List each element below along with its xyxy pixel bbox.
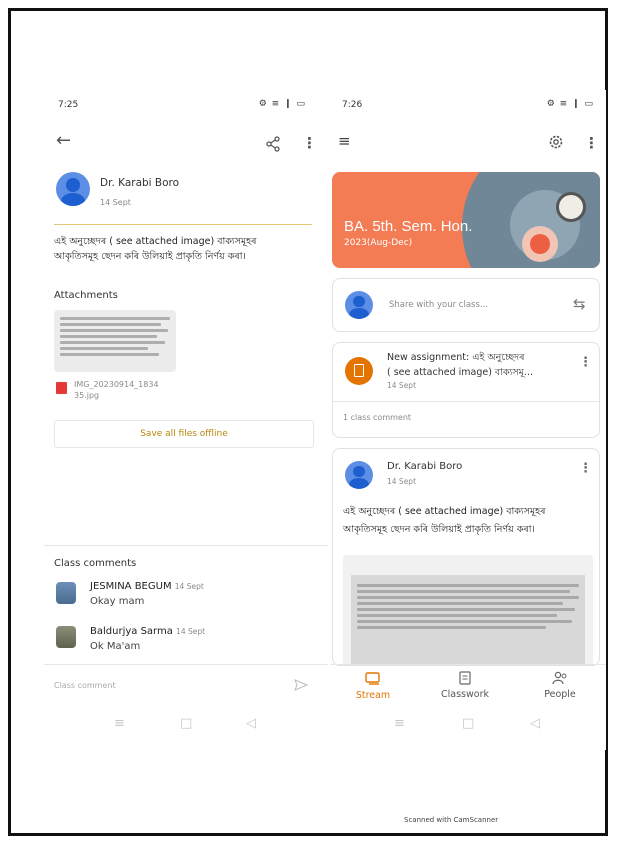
attachment-preview[interactable]: [343, 555, 593, 665]
image-file-icon: [56, 382, 67, 394]
divider: [44, 664, 328, 665]
class-subtitle: 2023(Aug-Dec): [344, 238, 413, 248]
tab-stream[interactable]: Stream: [348, 670, 398, 701]
coffee-cup-icon: [556, 192, 586, 222]
divider: [54, 224, 312, 225]
file-name-line2[interactable]: 35.jpg: [74, 391, 99, 400]
send-icon[interactable]: [294, 679, 308, 691]
scanner-watermark: Scanned with CamScanner: [404, 816, 499, 824]
assignment-card[interactable]: New assignment: এই অনুচ্ছেদৰ ( see attac…: [332, 342, 600, 438]
comment-author: Baldurjya Sarma 14 Sept: [90, 626, 206, 637]
back-nav-icon[interactable]: ◁: [246, 716, 256, 731]
divider: [44, 545, 328, 546]
tab-label: Stream: [355, 690, 391, 701]
avatar: [56, 172, 90, 206]
announcement-card[interactable]: Dr. Karabi Boro 14 Sept ⋮ এই অনুচ্ছেদৰ (…: [332, 448, 600, 666]
post-author: Dr. Karabi Boro: [387, 461, 463, 472]
comment-input[interactable]: Class comment: [54, 681, 116, 690]
share-card[interactable]: Share with your class... ⇆: [332, 278, 600, 332]
tab-classwork[interactable]: Classwork: [430, 670, 500, 700]
tab-label: People: [544, 689, 576, 700]
more-options-icon[interactable]: ⋮: [584, 134, 599, 152]
comment-text: Ok Ma'am: [90, 641, 141, 652]
assignment-icon: [345, 357, 373, 385]
class-title: BA. 5th. Sem. Hon.: [344, 218, 473, 235]
author-name: Dr. Karabi Boro: [100, 177, 180, 189]
status-icons: ⚙ ≡ ❙ ▭: [546, 99, 594, 109]
hamburger-menu-icon[interactable]: ≡: [338, 132, 351, 150]
class-stream-screen: 7:26 ⚙ ≡ ❙ ▭ ≡ ⋮ BA. 5th. Sem. Hon. 2023…: [330, 90, 606, 750]
assignment-title-line2: ( see attached image) বাক্যসমূ...: [387, 367, 533, 378]
post-text-line1: এই অনুচ্ছেদৰ ( see attached image) বাক্য…: [343, 506, 546, 517]
comment-text: Okay mam: [90, 596, 145, 607]
tab-people[interactable]: People: [530, 670, 590, 700]
divider: [333, 401, 599, 402]
post-text-line2: আকৃতিসমূহ ছেদন কৰি উলিয়াই প্ৰাকৃতি নিৰ্…: [343, 524, 535, 535]
menu-nav-icon[interactable]: ≡: [394, 716, 405, 731]
attachment-thumbnail[interactable]: [54, 310, 176, 372]
avatar: [345, 291, 373, 319]
body-text-line2: আকৃতিসমূহ ছেদন কৰি উলিয়াই প্ৰাকৃতি নিৰ্…: [54, 251, 246, 262]
home-nav-icon[interactable]: □: [462, 716, 474, 731]
people-icon: [552, 671, 567, 685]
assignment-title-line1: New assignment: এই অনুচ্ছেদৰ: [387, 352, 525, 363]
class-banner[interactable]: BA. 5th. Sem. Hon. 2023(Aug-Dec): [332, 172, 600, 268]
status-time: 7:25: [58, 100, 79, 110]
post-date: 14 Sept: [387, 477, 417, 486]
status-icons: ⚙ ≡ ❙ ▭: [258, 99, 306, 109]
avatar: [56, 582, 76, 604]
status-time: 7:26: [342, 100, 363, 110]
tab-label: Classwork: [441, 689, 489, 700]
save-offline-button[interactable]: Save all files offline: [54, 420, 314, 448]
avatar: [56, 626, 76, 648]
more-options-icon[interactable]: ⋮: [579, 461, 592, 476]
body-text-line1: এই অনুচ্ছেদৰ ( see attached image) বাক্য…: [54, 236, 257, 247]
stream-icon: [365, 672, 380, 685]
class-comment-count[interactable]: 1 class comment: [343, 413, 411, 422]
assignment-date: 14 Sept: [387, 381, 417, 390]
back-arrow-icon[interactable]: ←: [56, 130, 71, 151]
menu-nav-icon[interactable]: ≡: [114, 716, 125, 731]
post-date: 14 Sept: [100, 198, 131, 207]
repost-icon[interactable]: ⇆: [573, 295, 586, 313]
save-offline-label: Save all files offline: [140, 429, 228, 439]
attachments-heading: Attachments: [54, 290, 118, 301]
assignment-detail-screen: 7:25 ⚙ ≡ ❙ ▭ ← ⋮ Dr. Karabi Boro 14 Sept…: [44, 90, 328, 750]
classwork-icon: [459, 671, 471, 685]
share-icon[interactable]: [266, 136, 280, 152]
home-nav-icon[interactable]: □: [180, 716, 192, 731]
more-options-icon[interactable]: ⋮: [579, 355, 592, 370]
share-input[interactable]: Share with your class...: [389, 300, 488, 310]
back-nav-icon[interactable]: ◁: [530, 716, 540, 731]
comment-author: JESMINA BEGUM 14 Sept: [90, 581, 204, 592]
gear-icon[interactable]: [548, 134, 564, 150]
avatar: [345, 461, 373, 489]
file-name-line1[interactable]: IMG_20230914_1834: [74, 380, 159, 389]
divider: [330, 664, 606, 665]
more-options-icon[interactable]: ⋮: [302, 134, 317, 152]
class-comments-heading: Class comments: [54, 558, 137, 569]
banner-illustration: [530, 234, 550, 254]
